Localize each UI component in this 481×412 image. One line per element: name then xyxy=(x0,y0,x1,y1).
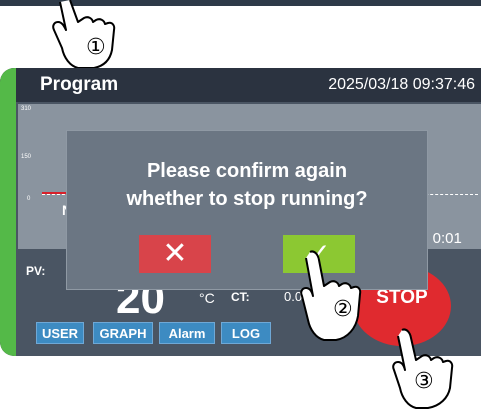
dialog-message: Please confirm again whether to stop run… xyxy=(67,157,427,213)
y-tick-label: 0 xyxy=(27,196,31,202)
confirm-stop-dialog: Please confirm again whether to stop run… xyxy=(66,130,428,290)
cancel-button[interactable]: ✕ xyxy=(139,235,211,273)
close-icon: ✕ xyxy=(162,237,188,270)
step-1-marker: ① xyxy=(86,34,106,59)
date-time: 2025/03/18 09:37:46 xyxy=(328,76,475,93)
nav-alarm-button[interactable]: Alarm xyxy=(159,322,215,344)
nav-graph-button[interactable]: GRAPH xyxy=(93,322,153,344)
title-bar: Program 2025/03/18 09:37:46 xyxy=(16,68,481,102)
step-3-marker: ③ xyxy=(414,368,434,393)
step-2-marker: ② xyxy=(333,296,353,321)
y-tick-label: 310 xyxy=(21,106,32,112)
pv-label: PV: xyxy=(26,264,46,278)
dialog-message-line-2: whether to stop running? xyxy=(126,188,368,210)
nav-log-button[interactable]: LOG xyxy=(221,322,271,344)
nav-user-button[interactable]: USER xyxy=(36,322,84,344)
page-title: Program xyxy=(40,74,119,95)
y-tick-label: 150 xyxy=(21,154,32,160)
pv-unit: °C xyxy=(199,290,215,306)
dialog-message-line-1: Please confirm again xyxy=(146,160,348,182)
ct-label: CT: xyxy=(231,290,250,304)
